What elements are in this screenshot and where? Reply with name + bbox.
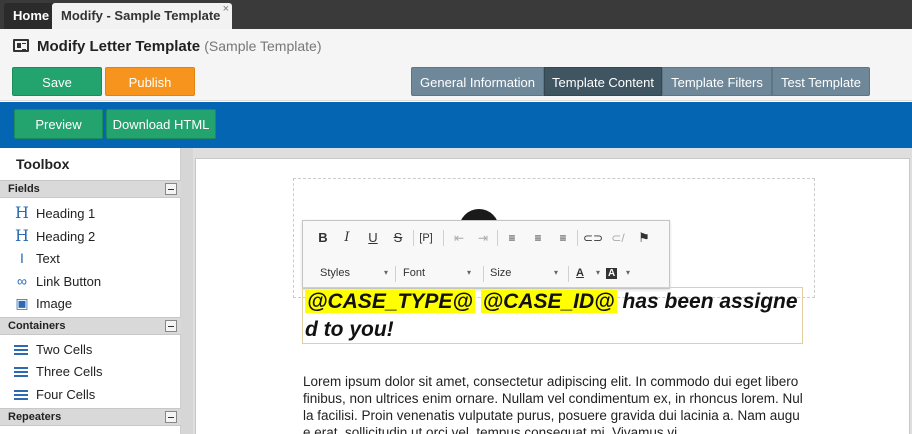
heading-icon: H xyxy=(15,203,29,222)
caret-down-icon: ▾ xyxy=(466,268,471,277)
template-page: B I U S [P] ⇤ ⇥ ≡ ≡ ≡ ⊂⊃ ⊂/ ⚑ Styles ▾ F… xyxy=(195,158,910,434)
caret-down-icon: ▾ xyxy=(625,268,630,277)
editor-canvas: B I U S [P] ⇤ ⇥ ≡ ≡ ≡ ⊂⊃ ⊂/ ⚑ Styles ▾ F… xyxy=(193,148,912,434)
heading-icon: H xyxy=(15,226,29,245)
app-root: Home Modify - Sample Template × Modify L… xyxy=(0,0,912,434)
tab-template-content[interactable]: Template Content xyxy=(544,67,662,96)
anchor-flag-icon[interactable]: ⚑ xyxy=(634,229,654,247)
toolbox-item-label: Two Cells xyxy=(36,342,93,357)
toolbox-item-label: Text xyxy=(36,251,60,266)
toolbox-item-label: Heading 2 xyxy=(36,229,96,244)
italic-icon[interactable]: I xyxy=(337,229,357,247)
collapse-repeaters-icon[interactable] xyxy=(165,411,177,423)
align-left-icon[interactable]: ≡ xyxy=(502,229,522,247)
action-bar: Save Publish General Information Templat… xyxy=(0,64,912,101)
collapse-fields-icon[interactable] xyxy=(165,183,177,195)
tab-test-template[interactable]: Test Template xyxy=(772,67,870,96)
toolbox-item-four-cells[interactable]: Four Cells xyxy=(14,385,95,405)
caret-down-icon: ▾ xyxy=(383,268,388,277)
editor-action-bar: Preview Download HTML xyxy=(0,102,912,148)
font-dropdown-label: Font xyxy=(403,267,426,279)
text-icon: I xyxy=(20,250,24,266)
tab-modify-sample-template[interactable]: Modify - Sample Template × xyxy=(52,3,232,29)
background-color-button[interactable]: A ▾ xyxy=(606,264,630,282)
rich-text-toolbar: B I U S [P] ⇤ ⇥ ≡ ≡ ≡ ⊂⊃ ⊂/ ⚑ Styles ▾ F… xyxy=(302,220,670,289)
caret-down-icon: ▾ xyxy=(595,268,600,277)
toolbar-divider xyxy=(497,230,498,246)
styles-dropdown-label: Styles xyxy=(320,267,350,279)
template-icon xyxy=(13,39,29,52)
list-icon xyxy=(14,367,28,377)
toolbox-item-heading-2[interactable]: H Heading 2 xyxy=(14,226,95,246)
case-type-token: @CASE_TYPE@ xyxy=(305,290,475,313)
toolbox-item-heading-1[interactable]: H Heading 1 xyxy=(14,203,95,223)
unlink-icon[interactable]: ⊂/ xyxy=(608,229,628,247)
font-dropdown[interactable]: Font ▾ xyxy=(403,264,471,282)
toolbar-divider xyxy=(577,230,578,246)
toolbox-item-two-cells[interactable]: Two Cells xyxy=(14,340,92,360)
toolbar-divider xyxy=(443,230,444,246)
toolbox-item-image[interactable]: ▣ Image xyxy=(14,293,72,313)
strikethrough-icon[interactable]: S xyxy=(388,229,408,247)
text-color-icon: A xyxy=(576,267,584,279)
heading-field[interactable]: @CASE_TYPE@ @CASE_ID@ has been assigned … xyxy=(302,287,803,344)
background-color-icon: A xyxy=(606,268,618,279)
toolbar-divider xyxy=(483,266,484,282)
panel-splitter[interactable] xyxy=(181,148,193,434)
toolbox-item-three-cells[interactable]: Three Cells xyxy=(14,362,102,382)
toolbox-item-link-button[interactable]: ∞ Link Button xyxy=(14,271,101,291)
download-html-button[interactable]: Download HTML xyxy=(106,109,216,139)
link-icon: ∞ xyxy=(17,273,27,289)
toolbar-divider xyxy=(395,266,396,282)
size-dropdown[interactable]: Size ▾ xyxy=(490,264,558,282)
align-center-icon[interactable]: ≡ xyxy=(528,229,548,247)
save-button[interactable]: Save xyxy=(12,67,102,96)
toolbox-item-label: Four Cells xyxy=(36,387,96,402)
paragraph-icon[interactable]: [P] xyxy=(416,229,436,247)
section-fields-label: Fields xyxy=(8,183,40,195)
bold-icon[interactable]: B xyxy=(313,229,333,247)
tab-home[interactable]: Home xyxy=(4,3,59,29)
toolbox-item-label: Link Button xyxy=(36,274,102,289)
image-icon: ▣ xyxy=(15,295,29,311)
toolbox-item-label: Three Cells xyxy=(36,364,103,379)
preview-button[interactable]: Preview xyxy=(14,109,103,139)
link-icon[interactable]: ⊂⊃ xyxy=(583,229,603,247)
outdent-icon[interactable]: ⇤ xyxy=(449,229,469,247)
case-id-token: @CASE_ID@ xyxy=(480,290,617,313)
page-title-text: Modify Letter Template xyxy=(37,38,201,55)
align-right-icon[interactable]: ≡ xyxy=(553,229,573,247)
size-dropdown-label: Size xyxy=(490,267,512,279)
section-containers-label: Containers xyxy=(8,320,66,332)
section-fields: Fields xyxy=(0,180,181,198)
page-title: Modify Letter Template (Sample Template) xyxy=(37,38,322,55)
tab-strip: Home Modify - Sample Template × xyxy=(0,0,912,29)
underline-icon[interactable]: U xyxy=(363,229,383,247)
toolbox-item-label: Image xyxy=(36,296,73,311)
collapse-containers-icon[interactable] xyxy=(165,320,177,332)
toolbar-divider xyxy=(413,230,414,246)
toolbox-panel: Toolbox Fields H Heading 1 H Heading 2 I Te… xyxy=(0,148,181,434)
tab-general-information[interactable]: General Information xyxy=(411,67,544,96)
list-icon xyxy=(14,345,28,355)
tab-template-filters[interactable]: Template Filters xyxy=(662,67,772,96)
section-containers: Containers xyxy=(0,317,181,335)
toolbox-item-text[interactable]: I Text xyxy=(14,248,60,268)
indent-icon[interactable]: ⇥ xyxy=(473,229,493,247)
section-repeaters: Repeaters xyxy=(0,408,181,426)
page-subtitle: (Sample Template) xyxy=(204,38,322,54)
body-text-field[interactable]: Lorem ipsum dolor sit amet, consectetur … xyxy=(303,373,803,434)
toolbox-title: Toolbox xyxy=(16,156,70,172)
list-icon xyxy=(14,390,28,400)
toolbox-item-label: Heading 1 xyxy=(36,206,96,221)
tab-label: Modify - Sample Template xyxy=(61,8,221,23)
toolbar-divider xyxy=(568,266,569,282)
publish-button[interactable]: Publish xyxy=(105,67,195,96)
close-icon[interactable]: × xyxy=(223,4,229,15)
section-repeaters-label: Repeaters xyxy=(8,411,62,423)
text-color-button[interactable]: A ▾ xyxy=(576,264,600,282)
page-header: Modify Letter Template (Sample Template) xyxy=(0,29,912,64)
caret-down-icon: ▾ xyxy=(553,268,558,277)
styles-dropdown[interactable]: Styles ▾ xyxy=(320,264,388,282)
